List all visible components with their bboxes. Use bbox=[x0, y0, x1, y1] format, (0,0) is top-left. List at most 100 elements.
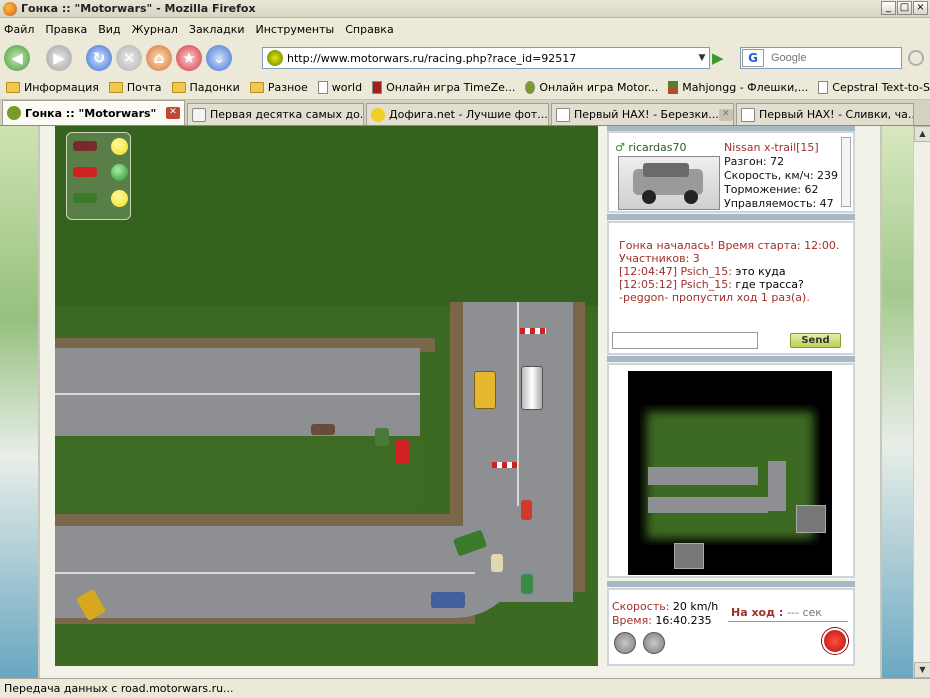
nitro-icon[interactable] bbox=[614, 632, 636, 654]
yellow-lamp bbox=[111, 189, 128, 207]
tab-pervy-nah-1[interactable]: Первый НАХ! - Березки... ✕ bbox=[551, 103, 734, 125]
folder-icon bbox=[171, 82, 186, 93]
bookmark-item[interactable]: world bbox=[317, 81, 362, 94]
chat-input[interactable] bbox=[612, 332, 758, 349]
menu-edit[interactable]: Правка bbox=[45, 23, 87, 36]
truck-tanker bbox=[521, 366, 543, 410]
search-engine-icon[interactable]: G bbox=[742, 49, 764, 67]
url-bar[interactable]: http://www.motorwars.ru/racing.php?race_… bbox=[262, 47, 710, 69]
speed-time: Скорость: 20 km/h Время: 16:40.235 bbox=[612, 600, 719, 627]
page-icon bbox=[525, 81, 536, 94]
minimap-road bbox=[648, 467, 758, 485]
forward-icon[interactable]: ▶ bbox=[46, 45, 72, 71]
grass bbox=[55, 436, 420, 508]
separator bbox=[607, 581, 855, 587]
close-tab-icon[interactable]: ✕ bbox=[547, 108, 548, 121]
firefox-icon bbox=[3, 1, 17, 16]
menu-bookmarks[interactable]: Закладки bbox=[189, 23, 245, 36]
race-status-panel: Скорость: 20 km/h Время: 16:40.235 На хо… bbox=[607, 588, 855, 666]
menu-history[interactable]: Журнал bbox=[132, 23, 178, 36]
back-icon[interactable]: ◀ bbox=[4, 45, 30, 71]
race-track[interactable] bbox=[55, 126, 598, 666]
bookmark-item[interactable]: Онлайн игра Motor... bbox=[525, 81, 658, 94]
title-bar: Гонка :: "Motorwars" - Mozilla Firefox _… bbox=[0, 0, 930, 18]
bookmark-item[interactable]: Разное bbox=[249, 81, 308, 94]
search-box[interactable]: G bbox=[740, 47, 902, 69]
player-car bbox=[395, 440, 409, 464]
minimize-button[interactable]: _ bbox=[881, 1, 896, 15]
car bbox=[521, 574, 533, 594]
site-favicon-icon bbox=[267, 50, 283, 66]
page-icon bbox=[372, 81, 383, 94]
start-traffic-light bbox=[66, 132, 131, 220]
site-favicon-icon bbox=[7, 106, 21, 120]
bookmark-item[interactable]: Mahjongg - Флешки,... bbox=[668, 81, 808, 94]
maximize-button[interactable]: □ bbox=[897, 1, 912, 15]
page-icon bbox=[371, 107, 385, 122]
tab-dofiga[interactable]: Дофига.net - Лучшие фот... ✕ bbox=[366, 103, 549, 125]
bookmark-item[interactable]: Cepstral Text-to-Spe... bbox=[818, 81, 930, 94]
folder-icon bbox=[6, 82, 20, 93]
page-icon bbox=[556, 107, 570, 122]
road-segment bbox=[55, 348, 420, 436]
bookmark-item[interactable]: Падонки bbox=[171, 81, 240, 94]
menu-bar: Файл Правка Вид Журнал Закладки Инструме… bbox=[0, 18, 930, 40]
minimap-building bbox=[796, 505, 826, 533]
downloads-icon[interactable]: ⌄ bbox=[206, 45, 232, 71]
menu-view[interactable]: Вид bbox=[98, 23, 120, 36]
car-stats: Разгон: 72 Скорость, км/ч: 239 Торможени… bbox=[724, 155, 839, 210]
close-tab-icon[interactable]: ✕ bbox=[166, 107, 180, 119]
car-info-scrollbar[interactable] bbox=[841, 137, 851, 207]
close-tab-icon[interactable]: ✕ bbox=[718, 108, 733, 121]
lane-marking bbox=[55, 393, 420, 395]
bookmark-item[interactable]: Информация bbox=[6, 81, 99, 94]
url-dropdown-icon[interactable]: ▼ bbox=[695, 53, 709, 63]
tab-top-ten[interactable]: Первая десятка самых до... ✕ bbox=[187, 103, 364, 125]
page-icon bbox=[192, 107, 206, 122]
folder-icon bbox=[249, 82, 264, 93]
bookmark-item[interactable]: Почта bbox=[108, 81, 162, 94]
send-button[interactable]: Send bbox=[790, 333, 841, 348]
page-scrollbar[interactable]: ▲ ▼ bbox=[913, 126, 930, 678]
brake-icon[interactable] bbox=[643, 632, 665, 654]
divider bbox=[728, 621, 848, 622]
menu-tools[interactable]: Инструменты bbox=[256, 23, 335, 36]
page-icon bbox=[317, 81, 328, 94]
car-name[interactable]: Nissan x-trail[15] bbox=[724, 141, 819, 154]
green-lamp bbox=[111, 163, 128, 181]
bookmark-star-icon[interactable]: ★ bbox=[176, 45, 202, 71]
go-icon[interactable]: ▶ bbox=[712, 49, 730, 67]
tab-pervy-nah-2[interactable]: Первый НАХ! - Сливки, ча... ✕ bbox=[736, 103, 914, 125]
reload-icon[interactable]: ↻ bbox=[86, 45, 112, 71]
chat-panel: Гонка началась! Время старта: 12:00. Уча… bbox=[607, 221, 855, 355]
tab-racing[interactable]: Гонка :: "Motorwars" ✕ bbox=[2, 100, 185, 125]
status-bar: Передача данных с road.motorwars.ru... bbox=[0, 678, 930, 698]
search-input[interactable] bbox=[771, 52, 891, 64]
minimap-road bbox=[768, 461, 786, 511]
barrier bbox=[520, 328, 546, 334]
scroll-down-icon[interactable]: ▼ bbox=[914, 662, 930, 678]
url-text[interactable]: http://www.motorwars.ru/racing.php?race_… bbox=[287, 52, 695, 65]
separator bbox=[607, 214, 855, 220]
folder-icon bbox=[108, 82, 123, 93]
home-icon[interactable]: ⌂ bbox=[146, 45, 172, 71]
car bbox=[521, 500, 532, 520]
car bbox=[311, 424, 335, 435]
window-title: Гонка :: "Motorwars" - Mozilla Firefox bbox=[21, 2, 256, 15]
menu-help[interactable]: Справка bbox=[345, 23, 393, 36]
barrier bbox=[492, 462, 518, 468]
status-text: Передача данных с road.motorwars.ru... bbox=[4, 682, 234, 695]
minimap[interactable] bbox=[628, 371, 832, 575]
stop-icon[interactable]: ✕ bbox=[116, 45, 142, 71]
minimap-panel bbox=[607, 363, 855, 578]
scroll-up-icon[interactable]: ▲ bbox=[914, 126, 930, 142]
close-button[interactable]: × bbox=[913, 1, 928, 15]
menu-file[interactable]: Файл bbox=[4, 23, 34, 36]
user-name[interactable]: ♂ ricardas70 bbox=[615, 141, 687, 154]
bookmark-item[interactable]: Онлайн игра TimeZe... bbox=[372, 81, 515, 94]
bookmarks-bar: Информация Почта Падонки Разное world Он… bbox=[0, 76, 930, 100]
page-icon bbox=[818, 81, 829, 94]
chat-messages: Гонка началась! Время старта: 12:00. Уча… bbox=[619, 239, 840, 304]
stop-race-icon[interactable] bbox=[822, 628, 848, 654]
page-icon bbox=[668, 81, 679, 94]
